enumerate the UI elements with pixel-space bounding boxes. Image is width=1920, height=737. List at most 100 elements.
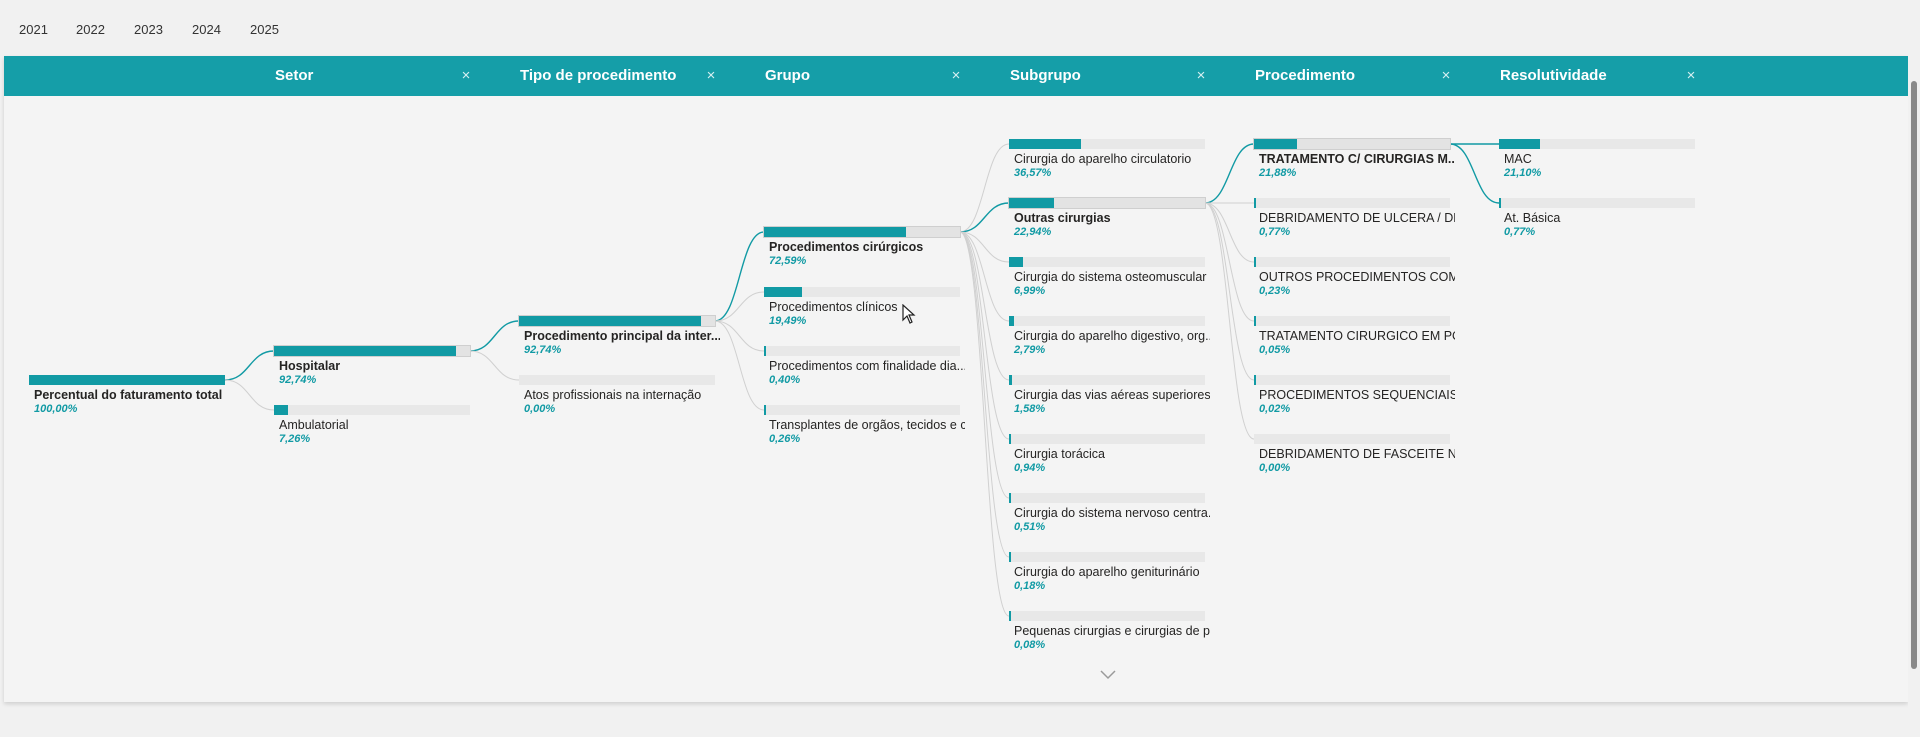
subgrupo-node[interactable]: Cirurgia torácica 0,94%: [1009, 434, 1209, 476]
node-label: Cirurgia torácica: [1014, 447, 1106, 461]
remove-level-setor-icon[interactable]: ×: [458, 56, 474, 96]
decomposition-tree-visual: Setor × Tipo de procedimento × Grupo × S…: [4, 56, 1908, 702]
node-label: Cirurgia do aparelho digestivo, org...: [1014, 329, 1210, 343]
year-option-2024[interactable]: 2024: [192, 22, 221, 37]
bar-track: [519, 375, 715, 385]
scrollbar-thumb[interactable]: [1911, 81, 1917, 669]
node-label: Cirurgia do sistema osteomuscular: [1014, 270, 1207, 284]
procedimento-node[interactable]: DEBRIDAMENTO DE FASCEITE NEC...0,00%: [1254, 434, 1455, 476]
node-label: Procedimento principal da inter...: [524, 329, 720, 343]
node-percent: 6,99%: [1014, 285, 1046, 297]
subgrupo-node[interactable]: Cirurgia do aparelho circulatorio 36,57%: [1009, 139, 1209, 181]
bar-fill: [29, 375, 225, 385]
node-label: At. Básica: [1504, 211, 1561, 225]
bar-track: [764, 346, 960, 356]
grupo-node[interactable]: Procedimentos clínicos 19,49%: [764, 287, 964, 329]
resolutividade-node[interactable]: At. Básica 0,77%: [1499, 198, 1699, 240]
year-option-2025[interactable]: 2025: [250, 22, 279, 37]
remove-level-resolutividade-icon[interactable]: ×: [1683, 56, 1699, 96]
bar-track: [1008, 197, 1206, 209]
bar-fill: [519, 316, 701, 326]
node-label: TRATAMENTO C/ CIRURGIAS M...: [1259, 152, 1455, 166]
remove-level-grupo-icon[interactable]: ×: [948, 56, 964, 96]
node-label: Transplantes de orgãos, tecidos e c...: [769, 418, 965, 432]
node-label: Cirurgia do sistema nervoso centra...: [1014, 506, 1210, 520]
node-percent: 36,57%: [1014, 167, 1052, 179]
bar-track: [518, 315, 716, 327]
setor-node[interactable]: Ambulatorial 7,26%: [274, 405, 474, 447]
bar-track: [1499, 198, 1695, 208]
mouse-cursor-icon: [902, 303, 916, 329]
subgrupo-node[interactable]: Cirurgia do sistema osteomuscular 6,99%: [1009, 257, 1209, 299]
bar-fill: [1009, 552, 1011, 562]
grupo-node[interactable]: Procedimentos cirúrgicos 72,59%: [763, 226, 964, 269]
bar-track: [1253, 138, 1451, 150]
bar-track: [763, 226, 961, 238]
year-option-2023[interactable]: 2023: [134, 22, 163, 37]
bar-track: [1009, 375, 1205, 385]
bar-fill: [764, 227, 906, 237]
node-label: Cirurgia do aparelho geniturinário: [1014, 565, 1200, 579]
bar-track: [1254, 434, 1450, 444]
remove-level-tipo-icon[interactable]: ×: [703, 56, 719, 96]
bar-fill: [764, 346, 766, 356]
subgrupo-node[interactable]: Cirurgia do sistema nervoso centra... 0,5…: [1009, 493, 1210, 535]
node-percent: 2,79%: [1014, 344, 1046, 356]
setor-node[interactable]: Hospitalar 92,74%: [273, 345, 474, 388]
remove-level-procedimento-icon[interactable]: ×: [1438, 56, 1454, 96]
tipo-node[interactable]: Procedimento principal da inter... 92,74%: [518, 315, 720, 358]
procedimento-node[interactable]: DEBRIDAMENTO DE ULCERA / DE ... 0,77%: [1254, 198, 1455, 240]
procedimento-node[interactable]: TRATAMENTO CIRURGICO EM POLI...0,05%: [1254, 316, 1455, 358]
connector: [959, 231, 1010, 381]
subgrupo-node[interactable]: Outras cirurgias 22,94%: [1008, 197, 1209, 240]
bar-fill: [764, 405, 766, 415]
node-label: MAC: [1504, 152, 1532, 166]
connector: [714, 291, 765, 322]
grupo-node[interactable]: Procedimentos com finalidade dia... 0,40%: [764, 346, 965, 388]
bar-fill: [1499, 139, 1540, 149]
node-percent: 0,00%: [524, 403, 556, 415]
node-percent: 0,51%: [1014, 521, 1046, 533]
bar-track: [274, 405, 470, 415]
root-node[interactable]: Percentual do faturamento total 100,00%: [29, 375, 229, 417]
bar-fill: [1254, 139, 1297, 149]
bar-track: [1009, 493, 1205, 503]
node-percent: 0,05%: [1259, 344, 1291, 356]
tipo-node[interactable]: Atos profissionais na internação 0,00%: [519, 375, 719, 417]
bar-fill: [1009, 434, 1011, 444]
connector: [959, 231, 1010, 499]
bar-fill: [1009, 316, 1014, 326]
column-header-setor: Setor: [275, 67, 314, 84]
column-header-procedimento: Procedimento: [1255, 67, 1356, 84]
bar-fill: [1009, 257, 1023, 267]
year-option-2021[interactable]: 2021: [19, 22, 48, 37]
node-label: PROCEDIMENTOS SEQUENCIAIS E...: [1259, 388, 1455, 402]
year-option-2022[interactable]: 2022: [76, 22, 105, 37]
bar-track: [1009, 316, 1205, 326]
tree-header: Setor × Tipo de procedimento × Grupo × S…: [4, 56, 1908, 96]
procedimento-node[interactable]: OUTROS PROCEDIMENTOS COM C...0,23%: [1254, 257, 1455, 299]
bar-fill: [1009, 493, 1011, 503]
subgrupo-node[interactable]: Cirurgia do aparelho digestivo, org... 2,…: [1009, 316, 1210, 358]
node-percent: 92,74%: [524, 344, 562, 356]
node-label: Procedimentos clínicos: [769, 300, 898, 314]
node-percent: 21,88%: [1259, 167, 1297, 179]
bar-track: [764, 405, 960, 415]
remove-level-subgrupo-icon[interactable]: ×: [1193, 56, 1209, 96]
grupo-node[interactable]: Transplantes de orgãos, tecidos e c... 0,…: [764, 405, 965, 447]
connector: [1204, 202, 1255, 322]
subgrupo-node[interactable]: Pequenas cirurgias e cirurgias de p... 0,…: [1009, 611, 1210, 653]
bar-fill: [1254, 257, 1256, 267]
subgrupo-node[interactable]: Cirurgia das vias aéreas superiores,... 1…: [1009, 375, 1210, 417]
subgrupo-node[interactable]: Cirurgia do aparelho geniturinário 0,18%: [1009, 552, 1209, 594]
procedimento-node[interactable]: TRATAMENTO C/ CIRURGIAS M... 21,88%: [1253, 138, 1455, 181]
column-header-grupo: Grupo: [765, 67, 810, 84]
node-percent: 7,26%: [279, 433, 311, 445]
bar-track: [1009, 552, 1205, 562]
resolutividade-node[interactable]: MAC 21,10%: [1499, 139, 1699, 181]
procedimento-node[interactable]: PROCEDIMENTOS SEQUENCIAIS E...0,02%: [1254, 375, 1455, 417]
node-percent: 0,40%: [769, 374, 801, 386]
node-label: Percentual do faturamento total: [34, 388, 223, 402]
node-label: Procedimentos cirúrgicos: [769, 240, 924, 254]
scroll-more-chevron-icon[interactable]: [1098, 668, 1118, 680]
